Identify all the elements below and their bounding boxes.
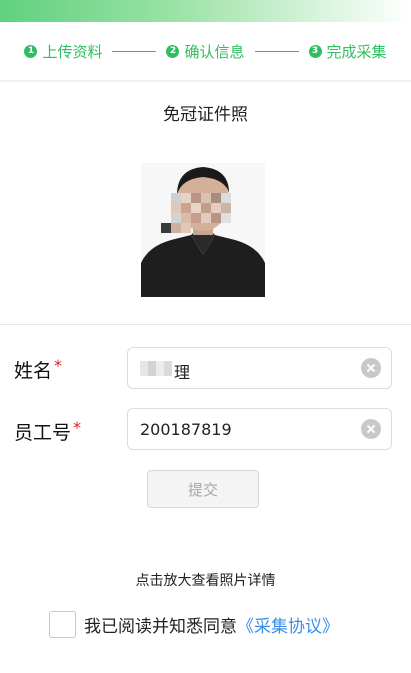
header-gradient-bar: [0, 0, 411, 22]
name-value: 理: [174, 363, 191, 382]
agreement-checkbox[interactable]: [49, 611, 76, 638]
submit-button[interactable]: 提交: [147, 470, 259, 508]
employee-id-input[interactable]: 200187819: [127, 408, 392, 450]
divider: [0, 80, 411, 82]
divider: [0, 324, 411, 325]
required-mark: *: [73, 418, 82, 437]
step-number-badge: 3: [308, 44, 322, 58]
redacted-text-mask: [140, 361, 172, 376]
step-complete: 3 完成采集: [308, 41, 387, 62]
id-photo[interactable]: [141, 163, 265, 297]
photo-zoom-hint: 点击放大查看照片详情: [135, 573, 276, 589]
step-number-badge: 1: [24, 44, 38, 58]
name-label: 姓名 *: [14, 356, 62, 383]
required-mark: *: [54, 356, 63, 375]
step-number-badge: 2: [166, 44, 180, 58]
employee-id-label-text: 员工号: [14, 422, 72, 444]
agreement-link[interactable]: 《采集协议》: [237, 612, 339, 637]
step-label: 完成采集: [326, 42, 387, 61]
step-connector: [254, 50, 299, 52]
name-input[interactable]: 理: [127, 347, 392, 389]
agreement-text: 我已阅读并知悉同意: [84, 617, 237, 637]
progress-steps: 1 上传资料 2 确认信息 3 完成采集: [0, 36, 411, 66]
agreement-row: 我已阅读并知悉同意 《采集协议》: [49, 611, 339, 638]
step-upload: 1 上传资料: [24, 41, 102, 62]
photo-title: 免冠证件照: [163, 105, 248, 125]
clear-icon[interactable]: [361, 419, 381, 439]
employee-id-value: 200187819: [140, 420, 232, 439]
portrait-illustration: [141, 163, 265, 297]
step-connector: [112, 50, 157, 52]
name-label-text: 姓名: [14, 360, 53, 382]
step-label: 上传资料: [42, 42, 103, 61]
employee-id-label: 员工号 *: [14, 418, 81, 445]
step-confirm: 2 确认信息: [166, 41, 245, 62]
clear-icon[interactable]: [361, 358, 381, 378]
step-label: 确认信息: [184, 42, 245, 61]
